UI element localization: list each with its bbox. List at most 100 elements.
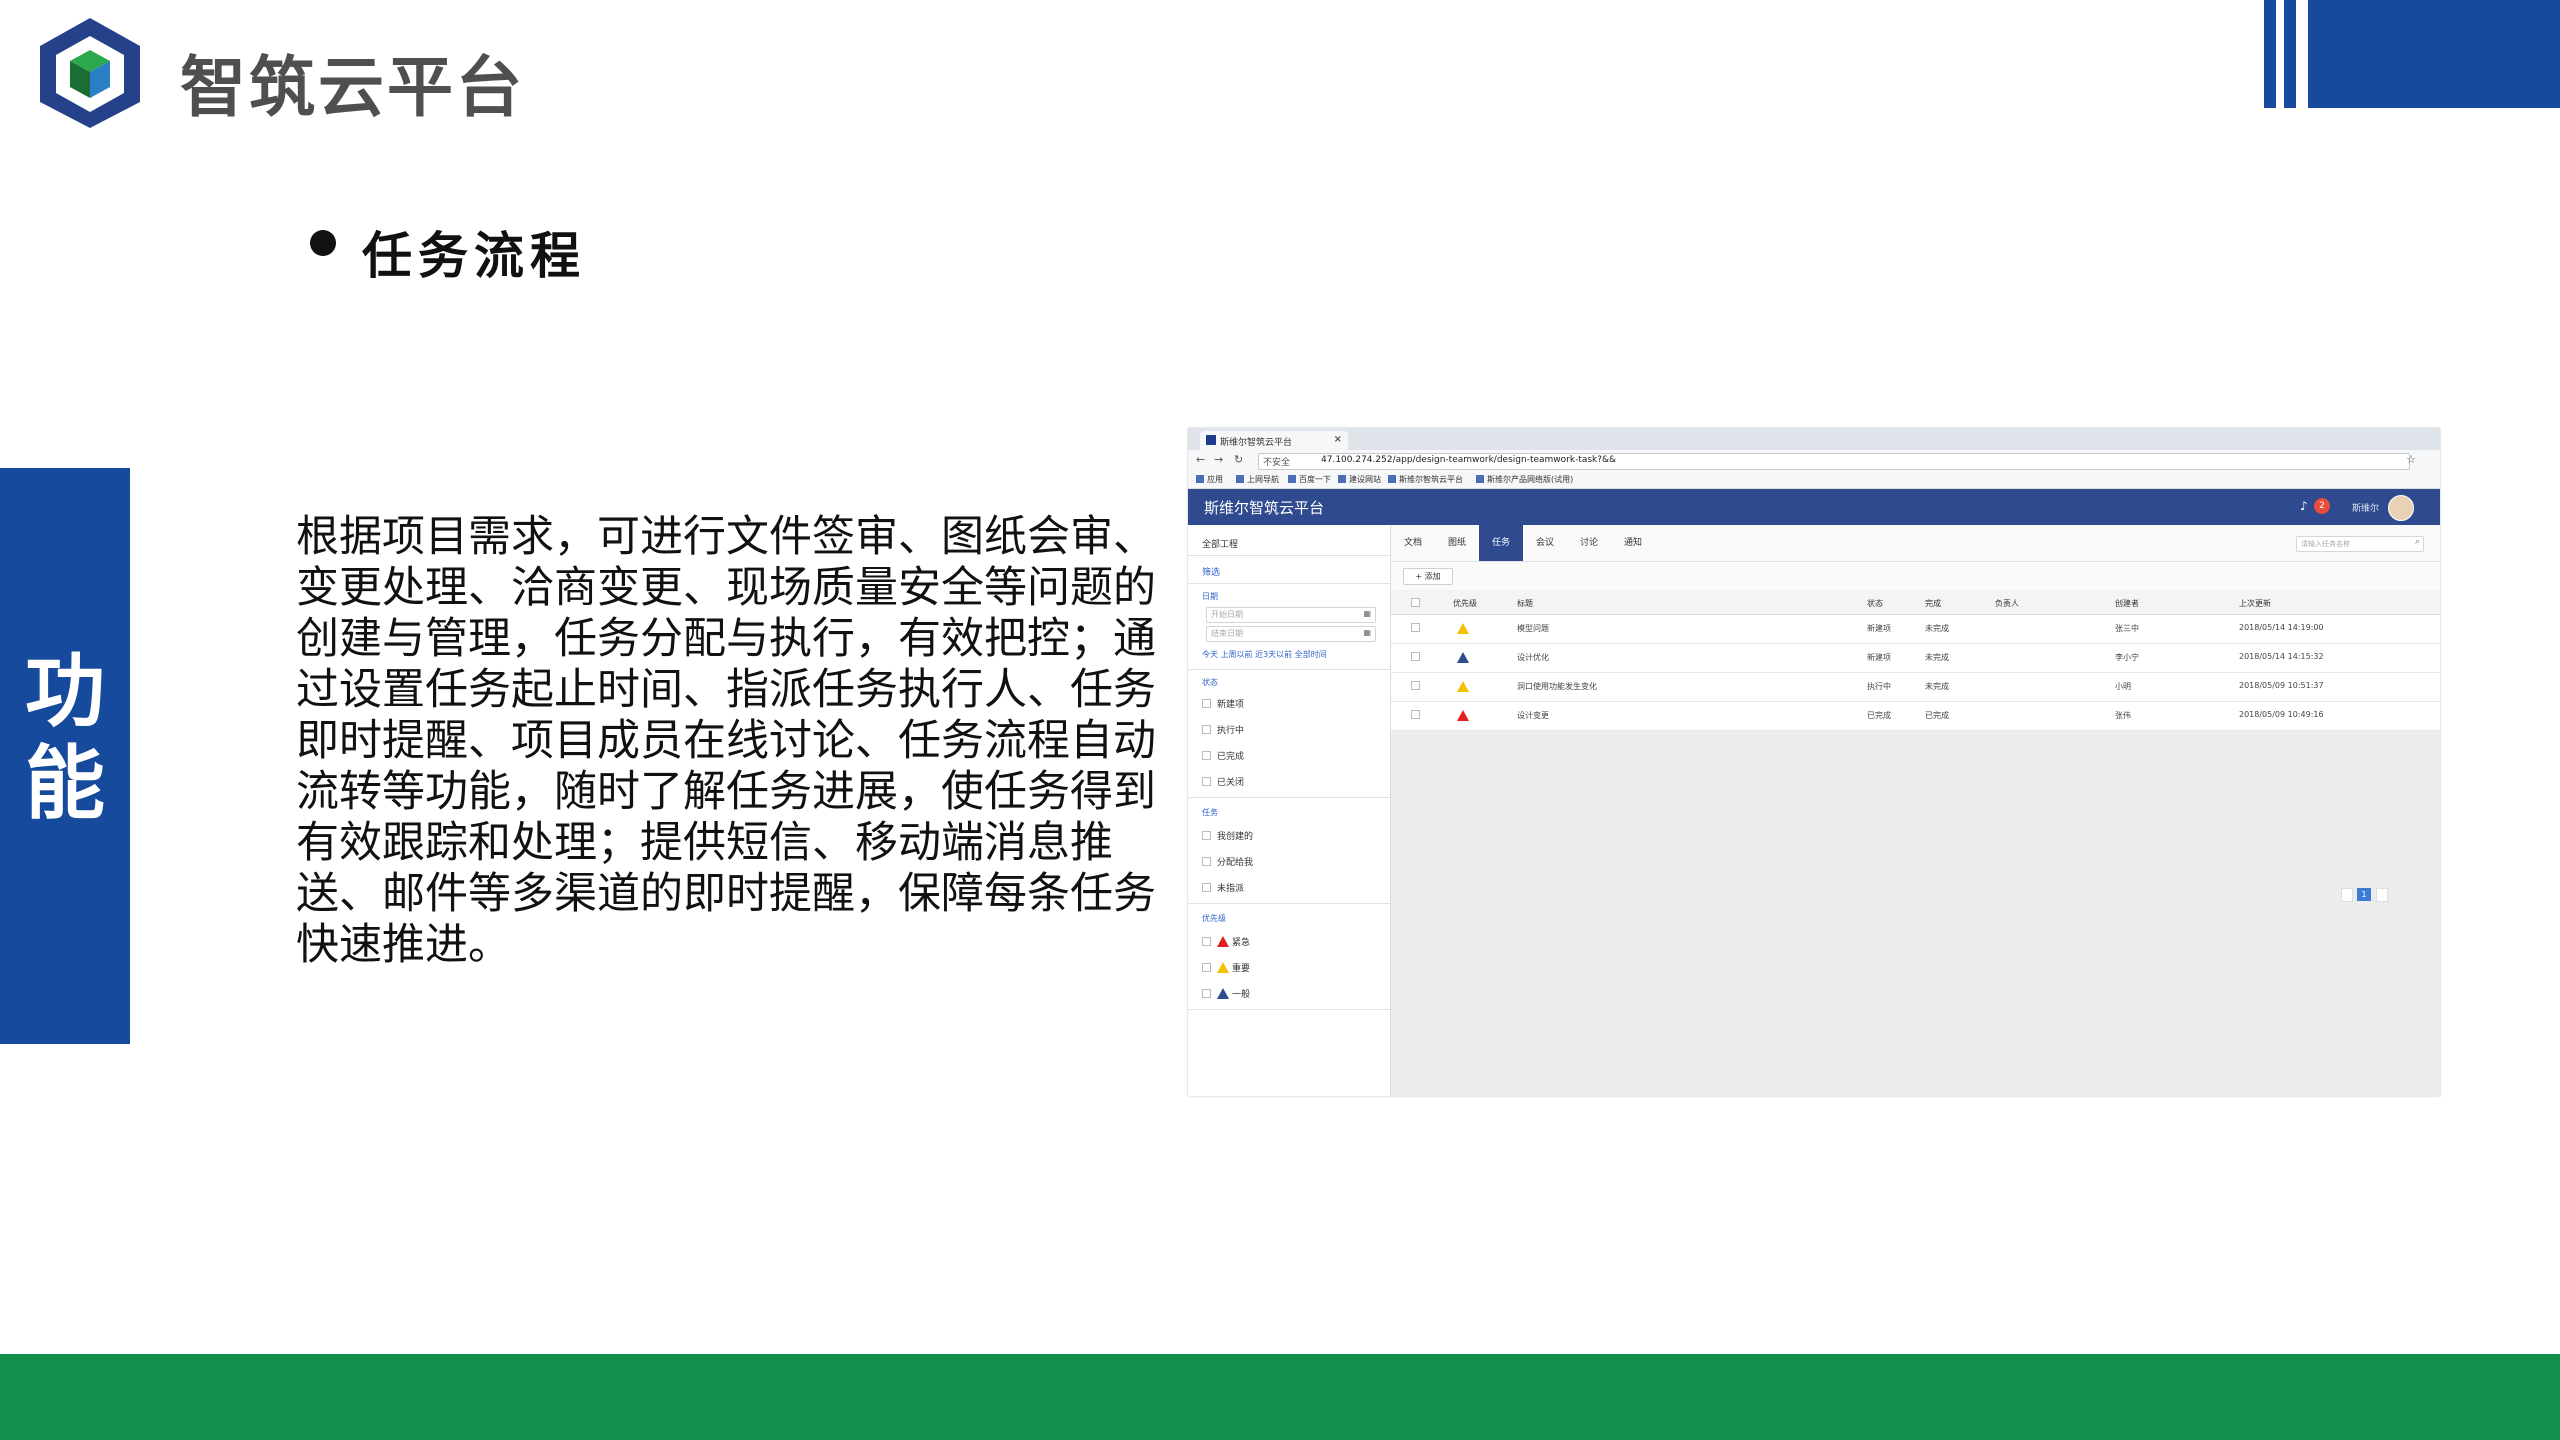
checkbox	[1202, 857, 1211, 866]
start-date-input[interactable]: 开始日期 ▦	[1206, 607, 1376, 623]
status-heading: 状态	[1202, 678, 1218, 687]
priority-filter-urgent[interactable]: 紧急	[1202, 935, 1250, 948]
column-header[interactable]: 标题	[1517, 598, 1533, 609]
status-filter-closed[interactable]: 已关闭	[1202, 775, 1244, 788]
task-title[interactable]: 设计优化	[1517, 652, 1549, 663]
checkbox	[1202, 751, 1211, 760]
star-icon[interactable]: ☆	[2406, 453, 2416, 466]
task-title[interactable]: 设计变更	[1517, 710, 1549, 721]
table-row[interactable]: 模型问题 新建项 未完成 张三中 2018/05/14 14:19:00	[1391, 615, 2440, 644]
favicon-icon	[1206, 435, 1216, 445]
column-header[interactable]: 创建者	[2115, 598, 2139, 609]
task-updated: 2018/05/09 10:49:16	[2239, 710, 2324, 719]
search-input[interactable]: 请输入任务名称 ⌕	[2296, 536, 2424, 552]
bookmark-item[interactable]: 建设网站	[1338, 474, 1381, 485]
table-row[interactable]: 洞口使用功能发生变化 执行中 未完成 小明 2018/05/09 10:51:37	[1391, 673, 2440, 702]
divider	[1188, 669, 1390, 670]
task-creator: 小明	[2115, 682, 2131, 691]
task-title[interactable]: 洞口使用功能发生变化	[1517, 681, 1597, 692]
assign-filter-unassigned[interactable]: 未指派	[1202, 881, 1244, 894]
add-task-button[interactable]: + 添加	[1403, 568, 1453, 585]
quick-date-links[interactable]: 今天 上周以前 近3天以前 全部时间	[1202, 649, 1327, 660]
warning-icon	[1217, 988, 1229, 999]
column-header[interactable]: 状态	[1867, 598, 1883, 609]
bookmark-item[interactable]: 上网导航	[1236, 474, 1279, 485]
task-title[interactable]: 模型问题	[1517, 623, 1549, 634]
close-icon[interactable]: ×	[1334, 434, 1342, 445]
checkbox	[1202, 963, 1211, 972]
column-header[interactable]: 上次更新	[2239, 598, 2271, 609]
bookmark-item[interactable]: 应用	[1196, 474, 1223, 485]
row-checkbox[interactable]	[1411, 710, 1426, 720]
tab-tasks[interactable]: 任务	[1479, 525, 1523, 561]
column-header[interactable]: 负责人	[1995, 598, 2019, 609]
divider	[1188, 1009, 1390, 1010]
task-creator: 张三中	[2115, 624, 2139, 633]
table-row[interactable]: 设计变更 已完成 已完成 张伟 2018/05/09 10:49:16	[1391, 702, 2440, 731]
calendar-icon: ▦	[1363, 628, 1371, 637]
forward-icon[interactable]: →	[1214, 453, 1223, 466]
corner-stripe	[2284, 0, 2296, 108]
apps-icon	[1196, 475, 1204, 483]
pager-next-button[interactable]	[2376, 888, 2388, 902]
url-input[interactable]: 不安全 47.100.274.252/app/design-teamwork/d…	[1258, 453, 2410, 470]
checkbox	[1202, 725, 1211, 734]
row-checkbox[interactable]	[1411, 652, 1426, 662]
notification-badge: 2	[2314, 498, 2330, 514]
tab-notices[interactable]: 通知	[1611, 525, 1655, 561]
tab-discussion[interactable]: 讨论	[1567, 525, 1611, 561]
assign-filter-to-me[interactable]: 分配给我	[1202, 855, 1253, 868]
column-header[interactable]: 优先级	[1453, 598, 1477, 609]
task-completion: 已完成	[1925, 711, 1949, 720]
task-completion: 未完成	[1925, 653, 1949, 662]
main-panel: 文档 图纸 任务 会议 讨论 通知 请输入任务名称 ⌕ + 添加 优先级 标题 …	[1391, 525, 2440, 1096]
bookmark-item[interactable]: 斯维尔产品网络版(试用)	[1476, 474, 1573, 485]
reload-icon[interactable]: ↻	[1234, 453, 1243, 466]
task-updated: 2018/05/14 14:19:00	[2239, 623, 2324, 632]
date-heading: 日期	[1202, 592, 1218, 601]
page-icon	[1338, 475, 1346, 483]
url-text: 47.100.274.252/app/design-teamwork/desig…	[1321, 455, 1617, 465]
page-icon	[1388, 475, 1396, 483]
select-all-checkbox[interactable]	[1411, 598, 1426, 608]
divider	[1188, 797, 1390, 798]
assign-filter-created[interactable]: 我创建的	[1202, 829, 1253, 842]
row-checkbox[interactable]	[1411, 681, 1426, 691]
task-status: 新建项	[1867, 653, 1891, 662]
back-icon[interactable]: ←	[1196, 453, 1205, 466]
section-title: 任务流程	[362, 227, 586, 285]
priority-warning-icon	[1457, 710, 1469, 721]
priority-filter-important[interactable]: 重要	[1202, 961, 1250, 974]
search-icon[interactable]: ⌕	[2415, 537, 2420, 547]
side-tab-label: 功能	[25, 645, 105, 830]
table-row[interactable]: 设计优化 新建项 未完成 李小宁 2018/05/14 14:15:32	[1391, 644, 2440, 673]
task-completion: 未完成	[1925, 624, 1949, 633]
tab-meetings[interactable]: 会议	[1523, 525, 1567, 561]
priority-filter-normal[interactable]: 一般	[1202, 987, 1250, 1000]
corner-stripe	[2264, 0, 2276, 108]
browser-tab[interactable]: 斯维尔智筑云平台 ×	[1200, 431, 1348, 450]
bullet-icon	[310, 230, 336, 256]
bookmarks-bar: 应用 上网导航 百度一下 建设网站 斯维尔智筑云平台 斯维尔产品网络版(试用)	[1188, 472, 2440, 489]
avatar[interactable]	[2388, 495, 2414, 521]
pager-prev-button[interactable]	[2341, 888, 2353, 902]
status-filter-done[interactable]: 已完成	[1202, 749, 1244, 762]
pager-current-page[interactable]: 1	[2357, 888, 2371, 901]
checkbox	[1202, 777, 1211, 786]
priority-heading: 优先级	[1202, 914, 1226, 923]
column-header[interactable]: 完成	[1925, 598, 1941, 609]
bell-icon[interactable]: ♪	[2300, 499, 2308, 513]
status-filter-new[interactable]: 新建项	[1202, 697, 1244, 710]
row-checkbox[interactable]	[1411, 623, 1426, 633]
tab-documents[interactable]: 文档	[1391, 525, 1435, 561]
project-selector[interactable]: 全部工程	[1202, 537, 1238, 550]
user-name[interactable]: 斯维尔	[2352, 501, 2379, 514]
filter-link[interactable]: 筛选	[1202, 565, 1220, 578]
priority-warning-icon	[1457, 681, 1469, 692]
bookmark-item[interactable]: 百度一下	[1288, 474, 1331, 485]
end-date-input[interactable]: 结束日期 ▦	[1206, 626, 1376, 642]
browser-tab-title: 斯维尔智筑云平台	[1220, 438, 1293, 448]
bookmark-item[interactable]: 斯维尔智筑云平台	[1388, 474, 1463, 485]
status-filter-doing[interactable]: 执行中	[1202, 723, 1244, 736]
tab-drawings[interactable]: 图纸	[1435, 525, 1479, 561]
